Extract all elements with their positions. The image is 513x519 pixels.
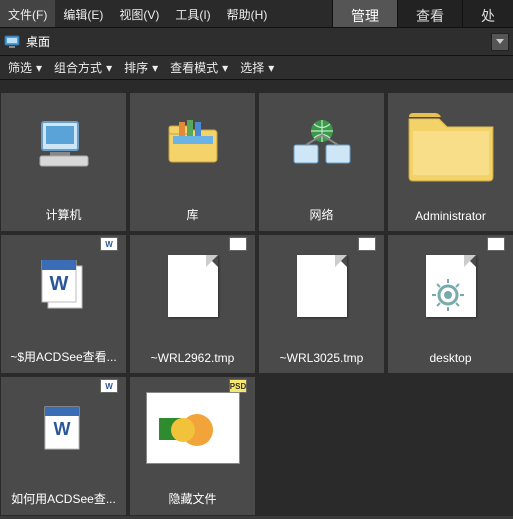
blank-file-icon	[143, 241, 243, 331]
toolbar-sort[interactable]: 排序▾	[118, 56, 164, 79]
toolbar-viewmode[interactable]: 查看模式▾	[164, 56, 234, 79]
folder-icon	[401, 99, 501, 189]
grid-item-label: Administrator	[388, 205, 513, 223]
grid-item-psd-file[interactable]: PSD 隐藏文件	[129, 376, 256, 516]
network-icon	[272, 99, 372, 189]
word-doc-icon: W	[14, 383, 114, 473]
library-icon	[143, 99, 243, 189]
blank-file-icon	[272, 241, 372, 331]
tab-process[interactable]: 处	[462, 0, 513, 27]
caret-down-icon: ▾	[152, 61, 158, 75]
grid-item-label: ~WRL2962.tmp	[130, 347, 255, 365]
grid-item-label: ~$用ACDSee查看...	[1, 344, 126, 365]
address-path: 桌面	[26, 33, 491, 50]
grid-item-ini-file[interactable]: desktop	[387, 234, 513, 374]
word-doc-icon: W	[14, 241, 114, 331]
caret-down-icon: ▾	[36, 61, 42, 75]
grid-item-folder-administrator[interactable]: Administrator	[387, 92, 513, 232]
menu-tools[interactable]: 工具(I)	[167, 0, 218, 27]
grid-item-label: desktop	[388, 347, 513, 365]
psd-thumbnail	[143, 383, 243, 473]
grid-item-label: 隐藏文件	[130, 486, 255, 507]
toolbar-select[interactable]: 选择▾	[234, 56, 280, 79]
grid-item-network[interactable]: 网络	[258, 92, 385, 232]
settings-file-icon	[401, 241, 501, 331]
toolbar-groupby[interactable]: 组合方式▾	[48, 56, 118, 79]
toolbar: 筛选▾ 组合方式▾ 排序▾ 查看模式▾ 选择▾	[0, 56, 513, 80]
grid-item-label: ~WRL3025.tmp	[259, 347, 384, 365]
grid-item-label: 计算机	[1, 202, 126, 223]
grid-item-computer[interactable]: 计算机	[0, 92, 127, 232]
grid-item-tmp-file[interactable]: ~WRL3025.tmp	[258, 234, 385, 374]
computer-icon	[14, 99, 114, 189]
caret-down-icon: ▾	[268, 61, 274, 75]
grid-item-label: 如何用ACDSee查...	[1, 486, 126, 507]
address-bar[interactable]: 桌面	[0, 28, 513, 56]
menu-view[interactable]: 视图(V)	[111, 0, 167, 27]
svg-text:W: W	[53, 419, 70, 439]
tab-view[interactable]: 查看	[397, 0, 462, 27]
grid-item-label: 库	[130, 202, 255, 223]
grid-item-label: 网络	[259, 202, 384, 223]
caret-down-icon: ▾	[106, 61, 112, 75]
svg-text:W: W	[49, 273, 68, 295]
grid-item-word-doc[interactable]: W W 如何用ACDSee查...	[0, 376, 127, 516]
thumbnail-grid: 计算机 库 网络 Administrator W W ~$用ACDSee查看..…	[0, 80, 513, 516]
menu-edit[interactable]: 编辑(E)	[55, 0, 111, 27]
tab-manage[interactable]: 管理	[332, 0, 397, 27]
mode-tabs: 管理 查看 处	[332, 0, 513, 27]
menu-file[interactable]: 文件(F)	[0, 0, 55, 27]
monitor-icon	[4, 35, 20, 49]
grid-item-word-doc[interactable]: W W ~$用ACDSee查看...	[0, 234, 127, 374]
toolbar-filter[interactable]: 筛选▾	[2, 56, 48, 79]
grid-item-libraries[interactable]: 库	[129, 92, 256, 232]
menu-help[interactable]: 帮助(H)	[219, 0, 276, 27]
grid-item-tmp-file[interactable]: ~WRL2962.tmp	[129, 234, 256, 374]
menubar: 文件(F) 编辑(E) 视图(V) 工具(I) 帮助(H) 管理 查看 处	[0, 0, 513, 28]
address-dropdown[interactable]	[491, 33, 509, 51]
caret-down-icon: ▾	[222, 61, 228, 75]
